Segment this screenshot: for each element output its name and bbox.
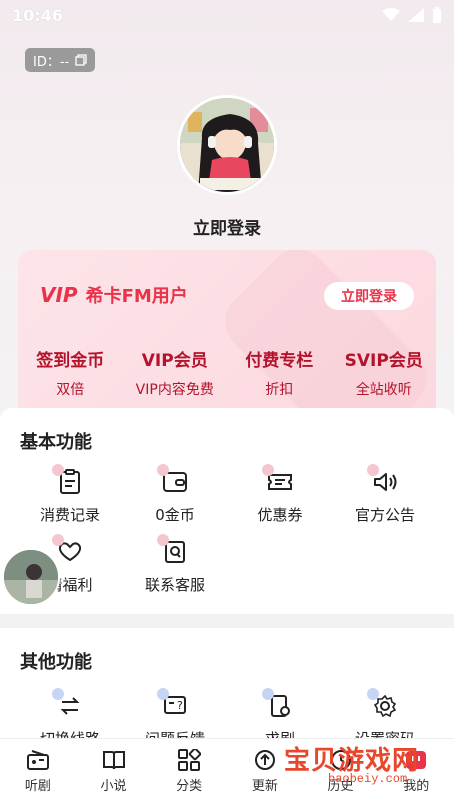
history-icon	[330, 750, 351, 770]
copy-icon	[75, 54, 87, 66]
benefit-title: 签到金币	[36, 351, 105, 371]
grid-item-label: 0金币	[155, 506, 195, 524]
other-functions-section: 其他功能 切换线路 ? 问题反馈 求剧 设置密码	[0, 628, 454, 748]
vip-title: 希卡FM用户	[85, 286, 188, 307]
grid-item-coupons[interactable]: 优惠券	[225, 464, 335, 525]
grid-item-label: 官方公告	[354, 506, 415, 524]
login-prompt[interactable]: 立即登录	[0, 214, 454, 239]
vip-logo-icon: VIP	[40, 283, 78, 307]
battery-icon	[433, 7, 441, 23]
tab-label: 我的	[403, 779, 430, 794]
grid-item-customer-service[interactable]: 联系客服	[120, 534, 230, 595]
wifi-icon	[382, 8, 400, 21]
tab-me[interactable]: 我的	[378, 739, 454, 807]
section-title: 基本功能	[20, 432, 92, 453]
tab-history[interactable]: 历史	[303, 739, 379, 807]
status-bar: 10:46	[0, 0, 454, 30]
benefit-paid-column[interactable]: 付费专栏 折扣	[227, 346, 332, 399]
vip-brand: VIP 希卡FM用户	[40, 282, 188, 308]
benefit-vip[interactable]: VIP会员 VIP内容免费	[123, 346, 228, 399]
bottom-tab-bar: 听剧 小说 分类 更新 历史 我的	[0, 738, 454, 807]
grid-item-coins[interactable]: 0金币	[120, 464, 230, 525]
category-icon	[178, 749, 202, 771]
floating-avatar[interactable]	[2, 548, 60, 606]
tab-label: 听剧	[24, 779, 51, 794]
tab-listen[interactable]: 听剧	[0, 739, 76, 807]
benefit-svip[interactable]: SVIP会员 全站收听	[332, 346, 437, 399]
grid-item-label: 消费记录	[39, 506, 100, 524]
basic-functions-section: 基本功能 消费记录 0金币 优惠券 官方公告 请福利 联系客服	[0, 408, 454, 614]
benefit-subtitle: 双倍	[56, 382, 85, 398]
tab-label: 分类	[176, 779, 203, 794]
grid-item-label: 联系客服	[144, 576, 205, 594]
update-icon	[254, 750, 275, 770]
book-icon	[102, 751, 125, 770]
benefit-subtitle: 折扣	[265, 382, 294, 398]
section-title: 其他功能	[20, 652, 92, 673]
tab-novel[interactable]: 小说	[76, 739, 152, 807]
signal-icon	[408, 8, 424, 22]
user-id-badge[interactable]: ID：--	[25, 48, 96, 72]
tab-label: 历史	[327, 779, 354, 794]
benefit-subtitle: 全站收听	[355, 382, 412, 398]
grid-item-consumption-records[interactable]: 消费记录	[15, 464, 125, 525]
radio-icon	[26, 750, 49, 770]
avatar[interactable]	[177, 95, 277, 195]
svg-text:?: ?	[177, 699, 183, 712]
benefit-title: VIP会员	[141, 351, 208, 371]
user-id-text: ID：--	[33, 54, 70, 70]
tab-label: 更新	[251, 779, 278, 794]
benefit-subtitle: VIP内容免费	[135, 382, 214, 398]
grid-item-announcements[interactable]: 官方公告	[330, 464, 440, 525]
benefit-title: SVIP会员	[344, 351, 423, 371]
vip-login-button[interactable]: 立即登录	[324, 282, 414, 310]
benefit-checkin-coins[interactable]: 签到金币 双倍	[18, 346, 123, 399]
benefit-title: 付费专栏	[245, 351, 314, 371]
tab-category[interactable]: 分类	[151, 739, 227, 807]
me-icon	[406, 751, 427, 769]
status-time: 10:46	[12, 5, 63, 25]
vip-card: VIP 希卡FM用户 立即登录 签到金币 双倍 VIP会员 VIP内容免费 付费…	[18, 250, 436, 420]
grid-item-label: 优惠券	[257, 506, 303, 524]
vip-benefits: 签到金币 双倍 VIP会员 VIP内容免费 付费专栏 折扣 SVIP会员 全站收…	[18, 346, 436, 399]
tab-update[interactable]: 更新	[227, 739, 303, 807]
tab-label: 小说	[100, 779, 127, 794]
